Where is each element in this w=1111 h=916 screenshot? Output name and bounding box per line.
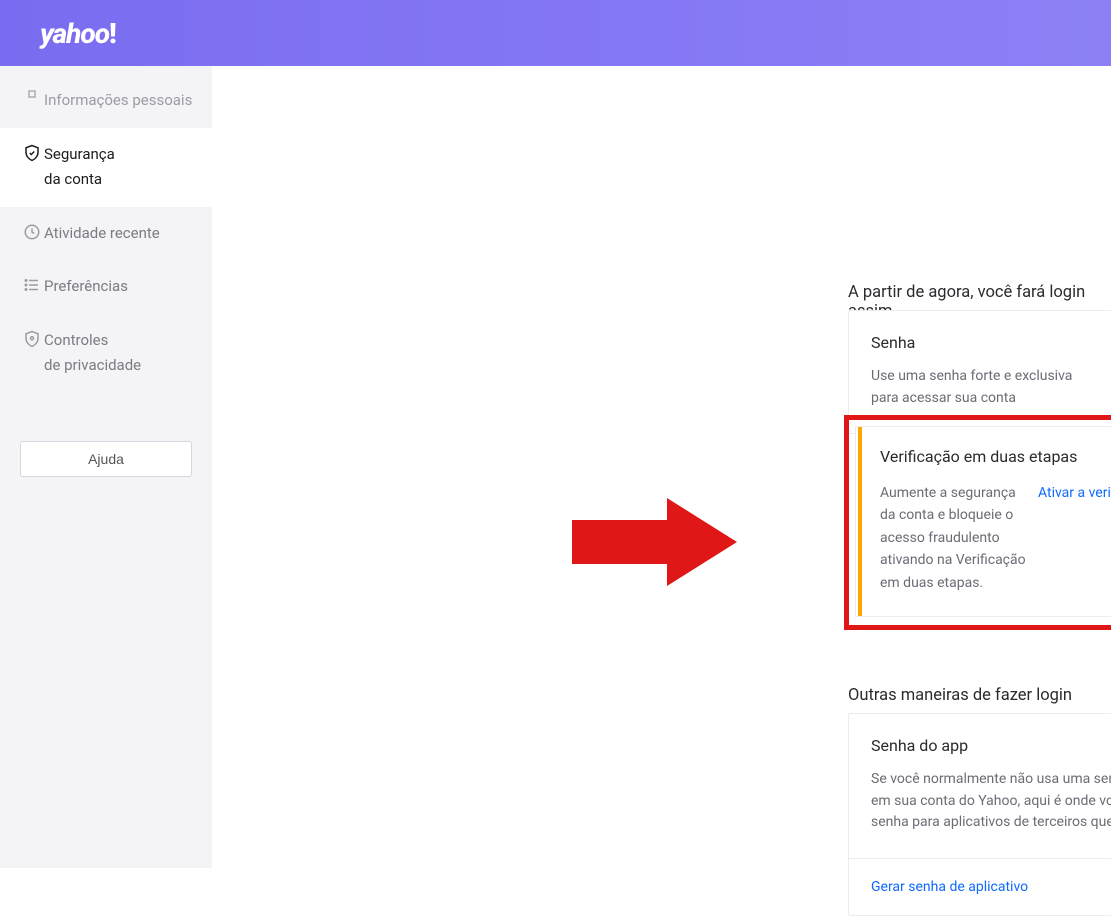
generate-app-password-link[interactable]: Gerar senha de aplicativo (849, 859, 1111, 915)
sidebar-item-label: Segurança da conta (44, 142, 198, 193)
app-password-title: Senha do app (871, 736, 1111, 755)
app-password-desc: Se você normalmente não usa uma senha pa… (871, 769, 1111, 834)
sidebar-item-personal-info[interactable]: Informações pessoais (0, 74, 212, 128)
sidebar-item-label: Preferências (44, 274, 198, 300)
shield-icon (20, 142, 44, 162)
square-icon (20, 88, 44, 98)
two-step-card: Verificação em duas etapas Aumente a seg… (855, 427, 1111, 617)
sidebar-item-privacy-controls[interactable]: Controles de privacidade (0, 314, 212, 393)
content-area: A partir de agora, você fará login assim… (212, 66, 1111, 868)
help-button-wrap: Ajuda (0, 441, 212, 477)
sidebar-item-recent-activity[interactable]: Atividade recente (0, 207, 212, 261)
two-step-highlight-box: Verificação em duas etapas Aumente a seg… (844, 415, 1111, 630)
password-card-desc: Use uma senha forte e exclusiva para ace… (871, 366, 1081, 409)
app-password-card: Senha do app Se você normalmente não usa… (848, 713, 1111, 916)
other-login-heading: Outras maneiras de fazer login (848, 686, 1072, 705)
sidebar-item-label: Controles de privacidade (44, 328, 198, 379)
sidebar-item-label: Atividade recente (44, 221, 198, 247)
list-icon (20, 274, 44, 294)
help-button[interactable]: Ajuda (20, 441, 192, 477)
brand-logo[interactable]: yahoo! (40, 17, 116, 50)
sidebar: Informações pessoais Segurança da conta … (0, 66, 212, 868)
two-step-title: Verificação em duas etapas (880, 447, 1111, 466)
sidebar-item-preferences[interactable]: Preferências (0, 260, 212, 314)
arrow-right-icon (572, 492, 742, 592)
enable-two-step-link[interactable]: Ativar a verificação em duas etapas (1038, 482, 1111, 594)
top-header: yahoo! (0, 0, 1111, 66)
password-card-title: Senha (871, 333, 1111, 352)
brand-bang: ! (109, 17, 116, 50)
two-step-desc: Aumente a segurança da conta e bloqueie … (880, 482, 1030, 594)
shield-gear-icon (20, 328, 44, 348)
clock-icon (20, 221, 44, 241)
sidebar-item-label: Informações pessoais (44, 88, 198, 114)
brand-text: yahoo (40, 17, 109, 50)
arrow-annotation (572, 492, 742, 596)
sidebar-item-account-security[interactable]: Segurança da conta (0, 128, 212, 207)
main-layout: Informações pessoais Segurança da conta … (0, 66, 1111, 868)
